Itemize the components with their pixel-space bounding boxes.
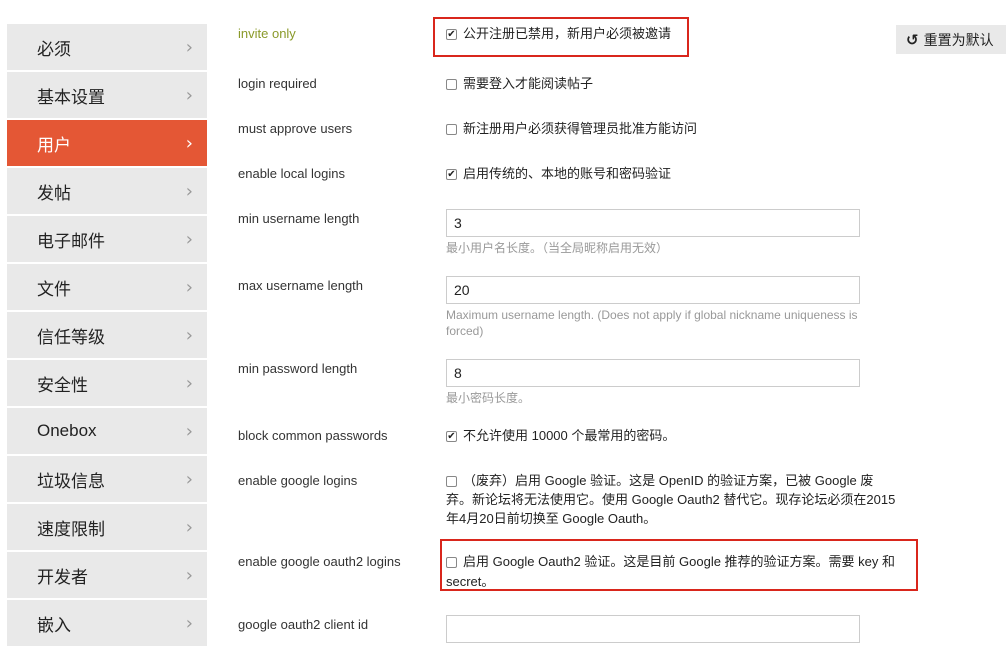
- sidebar-item[interactable]: 发帖 ›: [7, 168, 207, 215]
- setting-label-google-oauth2-client-id: google oauth2 client id: [238, 617, 369, 632]
- enable-google-logins-description-line3: 年4月20日前切换至 Google Oauth。: [446, 511, 657, 526]
- chevron-right-icon: ›: [185, 516, 193, 538]
- sidebar-item[interactable]: 信任等级 ›: [7, 312, 207, 359]
- sidebar-item[interactable]: 基本设置 ›: [7, 72, 207, 119]
- chevron-right-icon: ›: [185, 36, 193, 58]
- max-username-length-hint: Maximum username length. (Does not apply…: [446, 308, 858, 338]
- sidebar-item[interactable]: 必须 ›: [7, 24, 207, 71]
- setting-label-enable-google-logins: enable google logins: [238, 473, 358, 488]
- sidebar-item-label: 必须: [37, 39, 71, 59]
- sidebar-item-label: 基本设置: [37, 87, 105, 107]
- max-username-length-input[interactable]: 20: [446, 276, 860, 304]
- setting-label-login-required: login required: [238, 76, 317, 91]
- sidebar-item-label: 信任等级: [37, 327, 105, 347]
- setting-login-required[interactable]: 需要登入才能阅读帖子: [446, 74, 593, 94]
- chevron-right-icon: ›: [185, 84, 193, 106]
- sidebar-item-label: 开发者: [37, 567, 88, 587]
- chevron-right-icon: ›: [185, 612, 193, 634]
- must-approve-users-description: 新注册用户必须获得管理员批准方能访问: [463, 121, 698, 136]
- sidebar-item[interactable]: 电子邮件 ›: [7, 216, 207, 263]
- enable-local-logins-checkbox[interactable]: ✔: [446, 169, 457, 181]
- setting-label-min-username-length: min username length: [238, 211, 360, 226]
- enable-google-logins-description-line1: （废弃）启用 Google 验证。这是 OpenID 的验证方案，已被 Goog…: [463, 473, 874, 488]
- reset-button-label: 重置为默认: [923, 31, 994, 48]
- enable-google-logins-line1[interactable]: （废弃）启用 Google 验证。这是 OpenID 的验证方案，已被 Goog…: [446, 471, 873, 491]
- chevron-right-icon: ›: [185, 276, 193, 298]
- setting-label-enable-google-oauth2-logins: enable google oauth2 logins: [238, 554, 401, 569]
- setting-label-max-username-length: max username length: [238, 278, 364, 293]
- chevron-right-icon: ›: [185, 228, 193, 250]
- block-common-passwords-checkbox[interactable]: ✔: [446, 431, 457, 443]
- sidebar-item[interactable]: 开发者 ›: [7, 552, 207, 599]
- setting-label-min-password-length: min password length: [238, 361, 358, 376]
- admin-sidebar: 必须 › 基本设置 › 用户 › 发帖 › 电子邮件 › 文件 › 信任等级 › 安全性 › Onebox › 垃圾…: [0, 0, 207, 647]
- setting-label-invite-only: invite only: [238, 26, 296, 41]
- highlight-box-invite-only: [433, 17, 689, 57]
- min-password-length-input[interactable]: 8: [446, 359, 860, 387]
- sidebar-item-label: 安全性: [37, 375, 88, 395]
- setting-label-must-approve-users: must approve users: [238, 121, 353, 136]
- sidebar-item[interactable]: 用户 ›: [7, 120, 207, 167]
- must-approve-users-checkbox[interactable]: [446, 124, 457, 136]
- enable-google-logins-description-line2: 弃。新论坛将无法使用它。使用 Google Oauth2 替代它。现存论坛必须在…: [446, 492, 896, 507]
- setting-enable-local-logins[interactable]: ✔ 启用传统的、本地的账号和密码验证: [446, 164, 671, 184]
- enable-local-logins-description: 启用传统的、本地的账号和密码验证: [463, 166, 672, 181]
- sidebar-item-label: Onebox: [37, 421, 97, 440]
- chevron-right-icon: ›: [185, 180, 193, 202]
- setting-label-enable-local-logins: enable local logins: [238, 166, 345, 181]
- chevron-right-icon: ›: [185, 132, 193, 154]
- sidebar-item[interactable]: 速度限制 ›: [7, 504, 207, 551]
- sidebar-item-label: 发帖: [37, 183, 71, 203]
- sidebar-item-label: 用户: [37, 135, 71, 155]
- sidebar-item[interactable]: 安全性 ›: [7, 360, 207, 407]
- sidebar-gutter: [0, 0, 7, 642]
- undo-icon: ↺: [906, 30, 919, 49]
- setting-block-common-passwords[interactable]: ✔ 不允许使用 10000 个最常用的密码。: [446, 426, 675, 446]
- login-required-description: 需要登入才能阅读帖子: [463, 76, 594, 91]
- setting-must-approve-users[interactable]: 新注册用户必须获得管理员批准方能访问: [446, 119, 697, 139]
- sidebar-item[interactable]: 嵌入 ›: [7, 600, 207, 647]
- chevron-right-icon: ›: [185, 420, 193, 442]
- sidebar-item-label: 垃圾信息: [37, 471, 105, 491]
- sidebar-item[interactable]: Onebox ›: [7, 408, 207, 455]
- enable-google-logins-checkbox[interactable]: [446, 476, 457, 488]
- sidebar-item-label: 速度限制: [37, 519, 105, 539]
- highlight-box-google-oauth2: [440, 539, 918, 591]
- google-oauth2-client-id-input[interactable]: [446, 615, 860, 643]
- sidebar-item-label: 电子邮件: [37, 231, 105, 251]
- reset-to-default-button[interactable]: ↺ 重置为默认: [896, 25, 1006, 54]
- block-common-passwords-description: 不允许使用 10000 个最常用的密码。: [463, 428, 676, 443]
- login-required-checkbox[interactable]: [446, 79, 457, 91]
- min-username-length-input[interactable]: 3: [446, 209, 860, 237]
- chevron-right-icon: ›: [185, 372, 193, 394]
- sidebar-item[interactable]: 文件 ›: [7, 264, 207, 311]
- chevron-right-icon: ›: [185, 324, 193, 346]
- sidebar-item[interactable]: 垃圾信息 ›: [7, 456, 207, 503]
- sidebar-item-label: 嵌入: [37, 615, 71, 635]
- min-username-length-hint: 最小用户名长度。（当全局昵称启用无效）: [446, 241, 669, 255]
- setting-label-block-common-passwords: block common passwords: [238, 428, 388, 443]
- min-password-length-hint: 最小密码长度。: [446, 391, 531, 405]
- chevron-right-icon: ›: [185, 468, 193, 490]
- chevron-right-icon: ›: [185, 564, 193, 586]
- sidebar-item-label: 文件: [37, 279, 71, 299]
